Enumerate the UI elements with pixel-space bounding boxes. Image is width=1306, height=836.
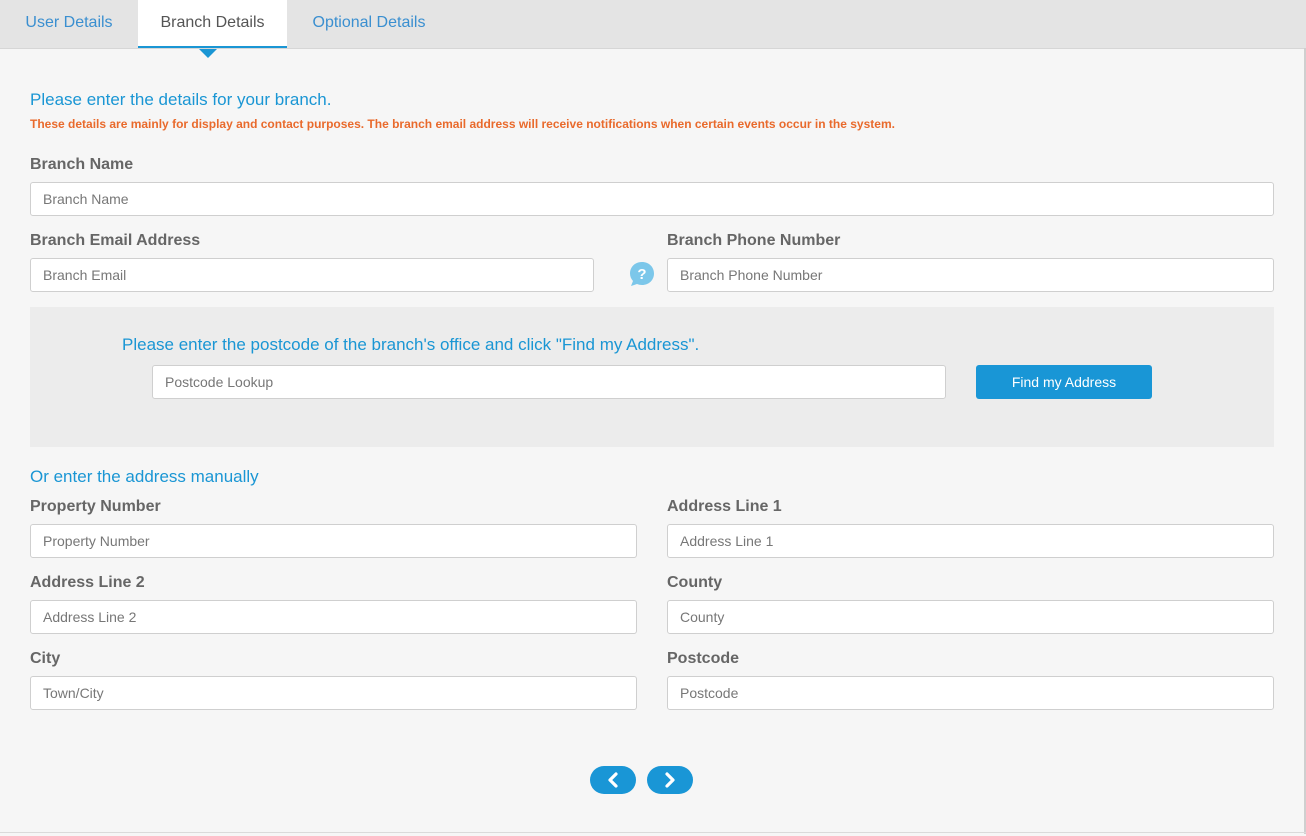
tab-user-details[interactable]: User Details xyxy=(0,0,138,48)
next-button[interactable] xyxy=(647,766,693,794)
branch-name-input[interactable] xyxy=(30,182,1274,216)
tab-branch-details[interactable]: Branch Details xyxy=(138,0,287,48)
address-line-2-input[interactable] xyxy=(30,600,637,634)
previous-button[interactable] xyxy=(590,766,636,794)
manual-address-title: Or enter the address manually xyxy=(30,467,259,486)
postcode-input[interactable] xyxy=(667,676,1274,710)
address-line-2-label: Address Line 2 xyxy=(30,574,145,591)
county-input[interactable] xyxy=(667,600,1274,634)
question-bubble-icon[interactable]: ? xyxy=(628,260,656,288)
branch-phone-input[interactable] xyxy=(667,258,1274,292)
find-address-button[interactable]: Find my Address xyxy=(976,365,1152,399)
tab-bar: User Details Branch Details Optional Det… xyxy=(0,0,1306,49)
chevron-left-icon xyxy=(608,772,618,788)
divider xyxy=(0,832,1306,833)
branch-email-label: Branch Email Address xyxy=(30,232,201,249)
address-line-1-input[interactable] xyxy=(667,524,1274,558)
city-input[interactable] xyxy=(30,676,637,710)
branch-email-input[interactable] xyxy=(30,258,594,292)
svg-text:?: ? xyxy=(637,266,646,283)
section-title: Please enter the details for your branch… xyxy=(30,90,332,109)
branch-name-label: Branch Name xyxy=(30,156,134,173)
property-number-input[interactable] xyxy=(30,524,637,558)
address-line-1-label: Address Line 1 xyxy=(667,498,782,515)
tab-optional-details[interactable]: Optional Details xyxy=(287,0,451,48)
postcode-label: Postcode xyxy=(667,650,740,667)
branch-phone-label: Branch Phone Number xyxy=(667,232,841,249)
city-label: City xyxy=(30,650,61,667)
chevron-right-icon xyxy=(665,772,675,788)
property-number-label: Property Number xyxy=(30,498,161,515)
postcode-lookup-title: Please enter the postcode of the branch'… xyxy=(122,335,700,354)
postcode-lookup-input[interactable] xyxy=(152,365,946,399)
section-note: These details are mainly for display and… xyxy=(30,117,895,131)
active-tab-indicator xyxy=(199,49,217,58)
county-label: County xyxy=(667,574,723,591)
